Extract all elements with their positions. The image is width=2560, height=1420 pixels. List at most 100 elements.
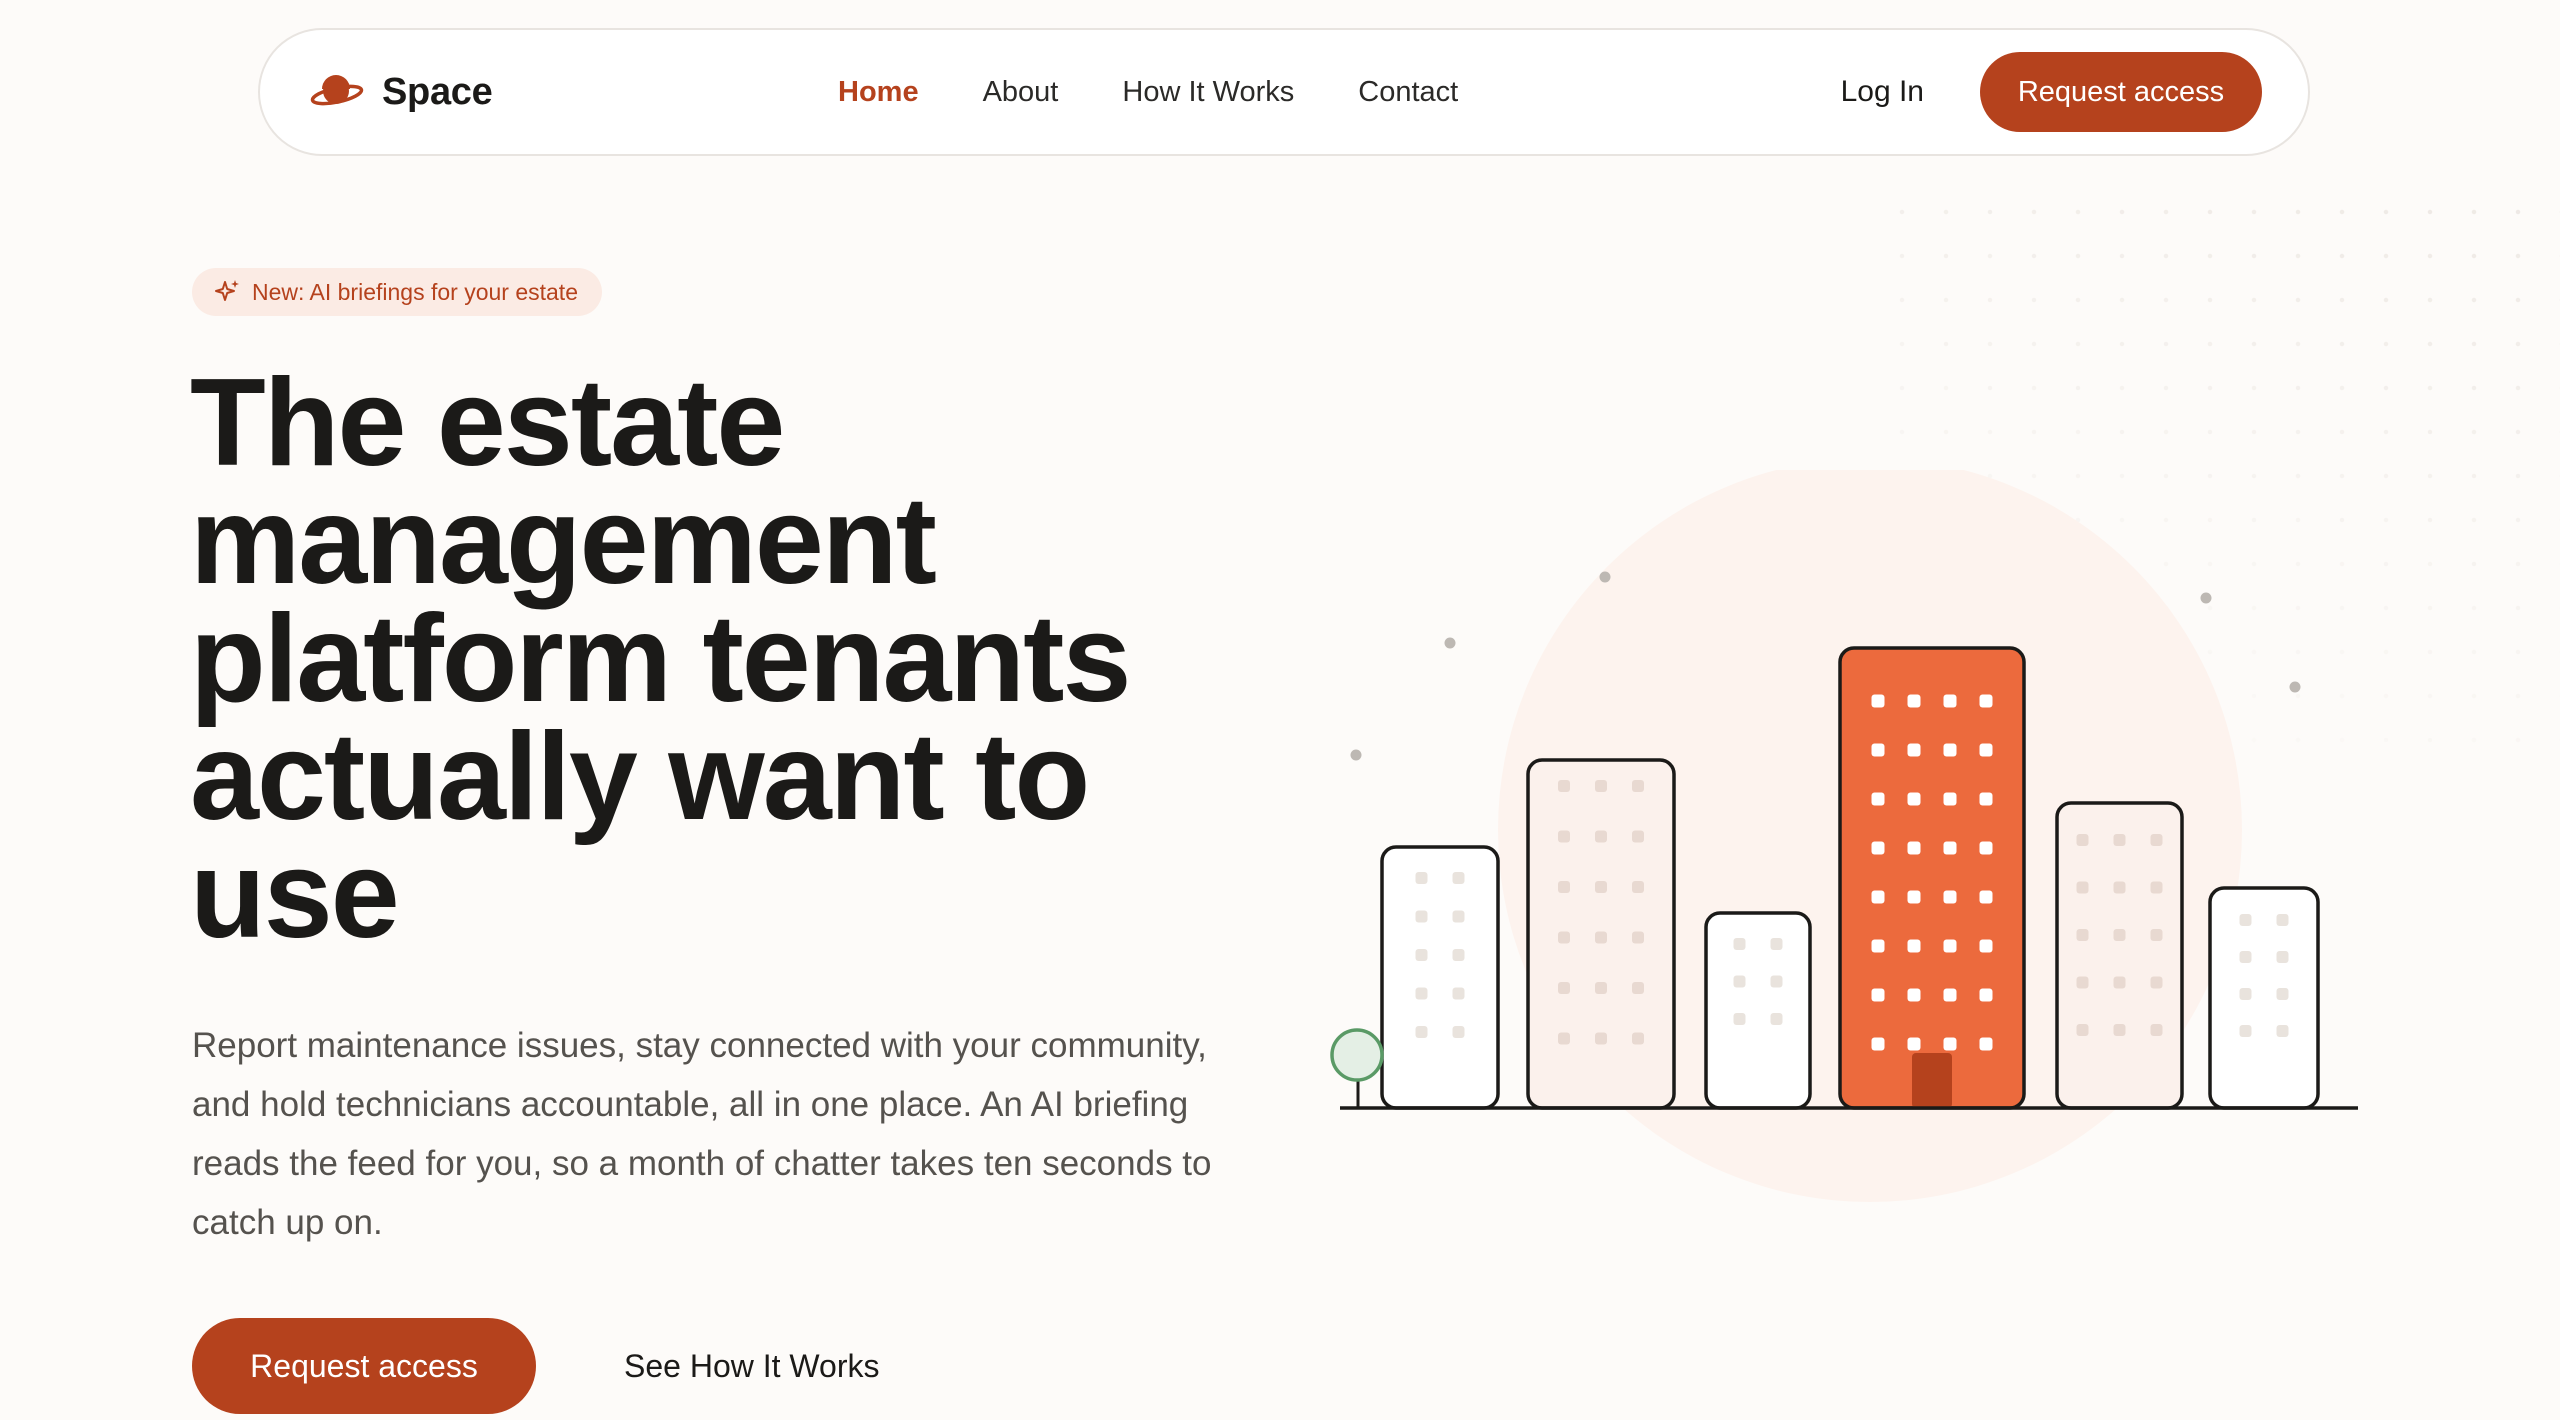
window: [1632, 982, 1644, 994]
window: [1558, 881, 1570, 893]
window: [1558, 982, 1570, 994]
building-4-highlight: [1838, 646, 2026, 1110]
window: [1979, 1037, 1993, 1051]
window: [2076, 976, 2089, 989]
window: [2076, 881, 2089, 894]
window: [1595, 982, 1607, 994]
window: [1979, 988, 1993, 1002]
window: [1558, 1032, 1570, 1045]
window: [1871, 1037, 1885, 1051]
window: [1415, 910, 1428, 923]
window: [1871, 743, 1885, 757]
building-2: [1526, 758, 1676, 1110]
building-1: [1380, 845, 1500, 1110]
window: [2239, 951, 2252, 963]
window: [1733, 938, 1746, 950]
window: [1733, 1013, 1746, 1025]
window: [1943, 988, 1957, 1002]
building-6: [2208, 886, 2320, 1110]
badge-text: New: AI briefings for your estate: [252, 278, 578, 305]
window: [2076, 1024, 2089, 1036]
window: [2113, 881, 2126, 894]
window: [1979, 743, 1993, 757]
window: [1907, 939, 1921, 953]
window: [2239, 988, 2252, 1000]
window: [1871, 694, 1885, 708]
window: [1943, 890, 1957, 904]
window: [2150, 976, 2163, 989]
window: [2076, 929, 2089, 941]
window: [1979, 694, 1993, 708]
window: [2113, 976, 2126, 989]
announcement-badge[interactable]: New: AI briefings for your estate: [192, 268, 602, 316]
window: [2113, 929, 2126, 941]
window: [1595, 1032, 1607, 1045]
window: [2276, 1025, 2289, 1037]
nav-links: Home About How It Works Contact: [838, 30, 1522, 154]
window: [2276, 914, 2289, 926]
window: [1979, 841, 1993, 855]
window: [1770, 975, 1783, 988]
window: [1632, 1032, 1644, 1045]
window: [1632, 881, 1644, 893]
window: [1907, 988, 1921, 1002]
window: [1943, 841, 1957, 855]
see-how-it-works-link[interactable]: See How It Works: [624, 1348, 879, 1385]
top-nav: Space Home About How It Works Contact Lo…: [258, 28, 2310, 156]
tree-icon: [1330, 1028, 1384, 1108]
login-link[interactable]: Log In: [1841, 75, 1924, 109]
window: [1871, 792, 1885, 806]
window: [1452, 1026, 1465, 1038]
hero-headline: The estate management platform tenants a…: [190, 354, 1131, 964]
building-3: [1704, 911, 1812, 1110]
window: [1595, 931, 1607, 944]
nav-link-how-it-works[interactable]: How It Works: [1122, 76, 1294, 109]
window: [1907, 743, 1921, 757]
window: [1907, 890, 1921, 904]
window: [2150, 1024, 2163, 1036]
window: [2150, 834, 2163, 846]
window: [1558, 931, 1570, 944]
window: [1943, 694, 1957, 708]
window: [2076, 834, 2089, 846]
window: [1452, 910, 1465, 923]
window: [1452, 872, 1465, 884]
window: [1415, 987, 1428, 1000]
city-buildings-illustration: [1330, 470, 2358, 1202]
window: [2113, 834, 2126, 846]
hero-cta-row: Request access See How It Works: [192, 1318, 879, 1414]
window: [2150, 929, 2163, 941]
window: [1770, 1013, 1783, 1025]
window: [1871, 988, 1885, 1002]
window: [1907, 1037, 1921, 1051]
nav-request-access-button[interactable]: Request access: [1980, 52, 2262, 132]
nav-link-contact[interactable]: Contact: [1358, 76, 1458, 109]
window: [1770, 938, 1783, 950]
building-5: [2055, 801, 2184, 1110]
window: [1558, 780, 1570, 792]
window: [2113, 1024, 2126, 1036]
window: [1871, 890, 1885, 904]
window: [1943, 792, 1957, 806]
building-door: [1912, 1053, 1952, 1108]
hero-request-access-button[interactable]: Request access: [192, 1318, 536, 1414]
nav-link-home[interactable]: Home: [838, 76, 919, 109]
window: [1979, 890, 1993, 904]
window: [1632, 780, 1644, 792]
window: [1415, 1026, 1428, 1038]
hero-lead: Report maintenance issues, stay connecte…: [192, 1026, 1212, 1242]
window: [1595, 780, 1607, 792]
brand[interactable]: Space: [310, 30, 493, 154]
window: [1452, 949, 1465, 961]
window: [2239, 1025, 2252, 1037]
window: [1415, 949, 1428, 961]
window: [1632, 830, 1644, 843]
window: [2150, 881, 2163, 894]
window: [2276, 988, 2289, 1000]
window: [2239, 914, 2252, 926]
window: [1979, 792, 1993, 806]
window: [1632, 931, 1644, 944]
nav-actions: Log In Request access: [1841, 30, 2262, 154]
nav-link-about[interactable]: About: [983, 76, 1059, 109]
window: [1558, 830, 1570, 843]
